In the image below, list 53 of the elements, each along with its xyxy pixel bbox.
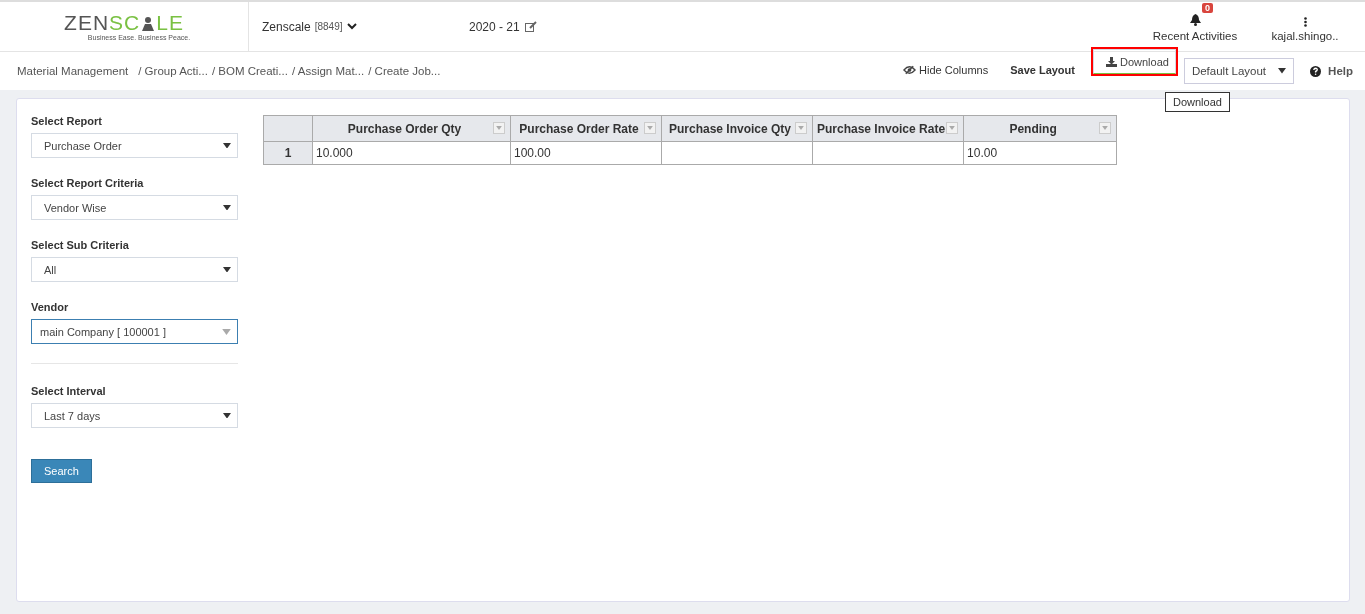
caret-icon <box>223 266 231 273</box>
column-header[interactable]: Purchase Order Rate <box>510 115 662 142</box>
column-header[interactable]: Purchase Invoice Qty <box>661 115 813 142</box>
download-button[interactable]: Download <box>1093 49 1176 74</box>
more-vertical-icon[interactable] <box>1303 17 1307 27</box>
eye-slash-icon <box>903 64 917 75</box>
field-label: Select Interval <box>31 385 107 397</box>
recent-activities-link[interactable]: Recent Activities <box>1152 30 1238 42</box>
breadcrumb-link[interactable]: Material Management <box>17 65 129 77</box>
breadcrumb-link[interactable]: / Assign Mat... <box>291 65 365 77</box>
select-field[interactable]: Purchase Order <box>31 133 238 158</box>
logo-text: LE <box>156 12 184 33</box>
download-icon <box>1106 56 1117 67</box>
table-cell: 10.000 <box>312 141 511 165</box>
company-name[interactable]: Zenscale <box>262 19 311 34</box>
hide-button[interactable]: Hide Columns <box>899 54 993 88</box>
caret-icon <box>222 328 231 335</box>
breadcrumb-link[interactable]: / Create Job... <box>368 65 441 77</box>
field-label: Select Report <box>31 115 103 127</box>
people-logo-icon <box>140 14 157 31</box>
field-label: Vendor <box>31 301 70 313</box>
table-cell: 10.00 <box>963 141 1117 165</box>
caret-icon <box>223 412 231 419</box>
field-label: Select Sub Criteria <box>31 239 130 251</box>
financial-year: 2020 - 21 <box>469 19 520 34</box>
search-button[interactable]: Search <box>31 459 92 483</box>
tooltip: Download <box>1165 92 1230 112</box>
caret-icon <box>223 204 231 211</box>
help-icon[interactable] <box>1310 65 1322 77</box>
select-field[interactable]: main Company [ 100001 ] <box>31 319 238 344</box>
notification-count: 0 <box>1202 3 1213 13</box>
table-cell: 100.00 <box>510 141 662 165</box>
column-header[interactable]: Purchase Invoice Rate <box>812 115 964 142</box>
column-header[interactable]: Purchase Order Qty <box>312 115 511 142</box>
company-code: [8849] <box>314 21 343 32</box>
caret-icon <box>1278 68 1287 74</box>
chevron-down-icon[interactable] <box>346 23 357 30</box>
edit-icon[interactable] <box>524 21 537 32</box>
row-number: 1 <box>263 141 313 165</box>
layout-dropdown[interactable]: Default Layout <box>1183 58 1295 84</box>
logo-text: ZENSC <box>64 12 141 33</box>
breadcrumb-link[interactable]: / BOM Creati... <box>211 65 288 77</box>
select-field[interactable]: Vendor Wise <box>31 195 238 220</box>
column-header[interactable]: Pending <box>963 115 1117 142</box>
caret-icon <box>223 142 231 149</box>
user-name[interactable]: kajal.shingo.. <box>1271 30 1339 42</box>
bell-icon[interactable] <box>1189 14 1201 26</box>
select-field[interactable]: All <box>31 257 238 282</box>
field-label: Select Report Criteria <box>31 177 145 189</box>
select-field[interactable]: Last 7 days <box>31 403 238 428</box>
breadcrumb-link[interactable]: / Group Acti... <box>138 65 208 77</box>
help-link[interactable]: Help <box>1328 65 1353 77</box>
save-button[interactable]: Save Layout <box>1006 54 1079 88</box>
